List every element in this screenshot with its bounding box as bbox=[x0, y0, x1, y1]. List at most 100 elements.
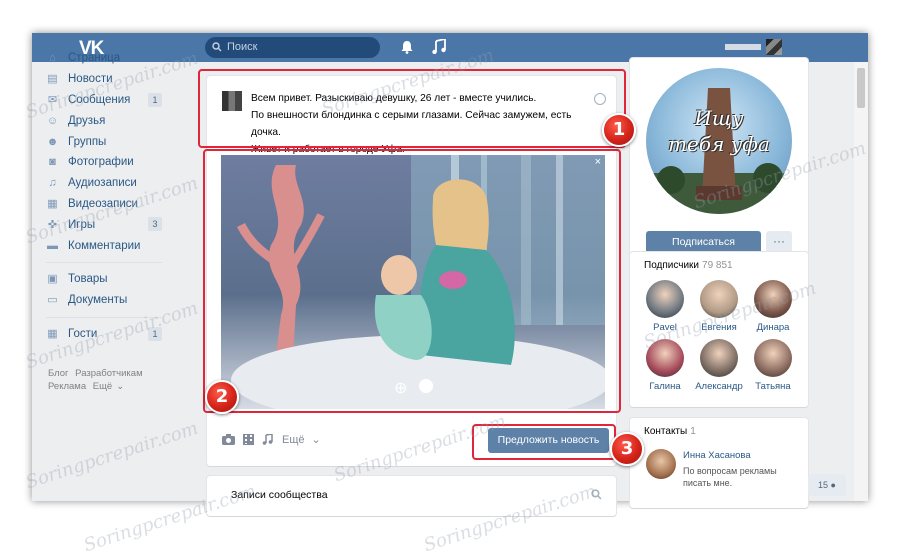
music-icon: ♫ bbox=[48, 177, 57, 190]
subscriber[interactable]: Александр bbox=[692, 339, 746, 392]
sidebar-item[interactable]: ▦ Гости 1 bbox=[46, 324, 162, 345]
subscriber-avatar[interactable] bbox=[646, 280, 684, 318]
highlight-post-text bbox=[198, 69, 626, 148]
left-sidebar: ⌂ Страница ▤ Новости ✉ Сообщения 1 ☺ Друзья ☻ Груп… bbox=[46, 48, 162, 344]
subscriber-name[interactable]: Татьяна bbox=[746, 381, 800, 392]
subscriber-avatar[interactable] bbox=[754, 280, 792, 318]
sidebar-item-label: Фотографии bbox=[68, 156, 134, 169]
home-icon: ⌂ bbox=[49, 52, 56, 65]
subscriber-avatar[interactable] bbox=[700, 280, 738, 318]
sidebar-item[interactable]: ▭ Документы bbox=[46, 290, 162, 311]
subscriber[interactable]: Татьяна bbox=[746, 339, 800, 392]
comment-icon: ▬ bbox=[47, 239, 58, 252]
groups-icon: ☻ bbox=[46, 135, 59, 148]
subscriber-avatar[interactable] bbox=[754, 339, 792, 377]
sidebar-item[interactable]: ▤ Новости bbox=[46, 69, 162, 90]
highlight-suggest-button bbox=[472, 424, 616, 460]
sidebar-item[interactable]: ☻ Группы bbox=[46, 131, 162, 152]
bell-icon[interactable] bbox=[401, 40, 413, 54]
contacts-title[interactable]: Контакты 1 bbox=[644, 426, 696, 437]
sidebar-item[interactable]: ☺ Друзья bbox=[46, 110, 162, 131]
sidebar-item-label: Гости bbox=[68, 327, 98, 340]
contacts-count: 1 bbox=[690, 426, 696, 437]
sidebar-item-label: Игры bbox=[68, 218, 96, 231]
footer-link-developers[interactable]: Разработчикам bbox=[75, 368, 142, 379]
subscribers-count: 79 851 bbox=[702, 260, 733, 271]
subscriber-avatar[interactable] bbox=[700, 339, 738, 377]
music-icon[interactable] bbox=[432, 39, 446, 54]
subscriber-avatar[interactable] bbox=[646, 339, 684, 377]
contact-name[interactable]: Инна Хасанова bbox=[683, 450, 751, 461]
highlight-photo bbox=[203, 149, 621, 413]
contact-avatar[interactable] bbox=[646, 449, 676, 479]
attach-more-link[interactable]: Ещё bbox=[282, 434, 305, 446]
user-name-blurred[interactable] bbox=[725, 44, 761, 50]
subscriber-name[interactable]: Динара bbox=[746, 322, 800, 333]
subscribers-title[interactable]: Подписчики 79 851 bbox=[644, 260, 733, 271]
subscribe-button[interactable]: Подписаться bbox=[646, 231, 761, 254]
group-avatar-title-line1: Ищу bbox=[694, 106, 744, 130]
guests-counter-button[interactable]: 15 ● bbox=[808, 474, 846, 496]
step-marker-2: 2 bbox=[205, 380, 239, 414]
contacts-title-label: Контакты bbox=[644, 426, 688, 437]
sidebar-item[interactable]: ⌂ Страница bbox=[46, 48, 162, 69]
search-icon[interactable] bbox=[591, 489, 602, 500]
subscribers-title-label: Подписчики bbox=[644, 260, 700, 271]
sidebar-item[interactable]: ✉ Сообщения 1 bbox=[46, 90, 162, 111]
footer-link-more[interactable]: Ещё bbox=[93, 381, 112, 392]
sidebar-item-label: Новости bbox=[68, 73, 113, 86]
music-icon[interactable] bbox=[262, 434, 275, 445]
sidebar-item[interactable]: ▣ Товары bbox=[46, 269, 162, 290]
group-avatar[interactable]: Ищу тебя уфа bbox=[646, 68, 792, 214]
news-icon: ▤ bbox=[47, 73, 58, 86]
more-actions-button[interactable]: ··· bbox=[766, 231, 792, 254]
camera-icon[interactable] bbox=[222, 434, 235, 445]
sidebar-item[interactable]: ◙ Фотографии bbox=[46, 152, 162, 173]
group-card: Ищу тебя уфа Подписаться ··· bbox=[630, 58, 808, 275]
scrollbar-thumb[interactable] bbox=[857, 68, 865, 108]
person-icon: ● bbox=[830, 480, 836, 490]
sidebar-item-badge: 1 bbox=[148, 92, 162, 107]
subscriber-name[interactable]: Pavel bbox=[638, 322, 692, 333]
chevron-down-icon: ⌄ bbox=[311, 434, 321, 446]
step-marker-1: 1 bbox=[602, 113, 636, 147]
camera-icon: ◙ bbox=[49, 156, 56, 169]
subscribers-grid: Pavel Евгения Динара Галина Александр Татьяна bbox=[638, 280, 800, 392]
subscriber[interactable]: Евгения bbox=[692, 280, 746, 333]
step-marker-3: 3 bbox=[610, 432, 644, 466]
contacts-card: Контакты 1 Инна Хасанова По вопросам рекл… bbox=[630, 418, 808, 508]
search-input[interactable]: Поиск bbox=[205, 37, 380, 58]
subscriber-name[interactable]: Александр bbox=[692, 381, 746, 392]
bag-icon: ▣ bbox=[47, 273, 58, 286]
subscriber[interactable]: Галина bbox=[638, 339, 692, 392]
sidebar-item-label: Сообщения bbox=[68, 93, 131, 106]
sidebar-item-label: Страница bbox=[68, 52, 121, 65]
chevron-down-icon: ⌄ bbox=[116, 381, 125, 392]
subscriber[interactable]: Динара bbox=[746, 280, 800, 333]
sidebar-item-label: Друзья bbox=[68, 114, 106, 127]
sidebar-item[interactable]: ▬ Комментарии bbox=[46, 235, 162, 256]
subscriber-name[interactable]: Евгения bbox=[692, 322, 746, 333]
footer-link-blog[interactable]: Блог bbox=[48, 368, 69, 379]
attach-toolbar: Ещё ⌄ bbox=[222, 433, 321, 446]
sidebar-separator bbox=[46, 261, 162, 263]
footer-link-ads[interactable]: Реклама bbox=[48, 381, 86, 392]
subscriber[interactable]: Pavel bbox=[638, 280, 692, 333]
sidebar-item[interactable]: ♫ Аудиозаписи bbox=[46, 173, 162, 194]
contact-description: По вопросам рекламы писать мне. bbox=[683, 465, 777, 489]
sidebar-item-label: Товары bbox=[68, 273, 108, 286]
sidebar-separator bbox=[46, 316, 162, 318]
contact-description-line: По вопросам рекламы bbox=[683, 466, 777, 476]
apps-icon: ▦ bbox=[47, 327, 58, 340]
video-icon[interactable] bbox=[242, 434, 255, 445]
sidebar-item[interactable]: ▦ Видеозаписи bbox=[46, 194, 162, 215]
sidebar-item-label: Видеозаписи bbox=[68, 197, 138, 210]
community-records: Записи сообщества bbox=[207, 476, 616, 516]
user-avatar[interactable] bbox=[766, 39, 782, 55]
gamepad-icon: ✜ bbox=[47, 218, 58, 231]
sidebar-item[interactable]: ✜ Игры 3 bbox=[46, 214, 162, 235]
footer-links: Блог Разработчикам Реклама Ещё ⌄ bbox=[48, 367, 168, 393]
scrollbar[interactable] bbox=[854, 62, 868, 501]
document-icon: ▭ bbox=[47, 294, 58, 307]
subscriber-name[interactable]: Галина bbox=[638, 381, 692, 392]
